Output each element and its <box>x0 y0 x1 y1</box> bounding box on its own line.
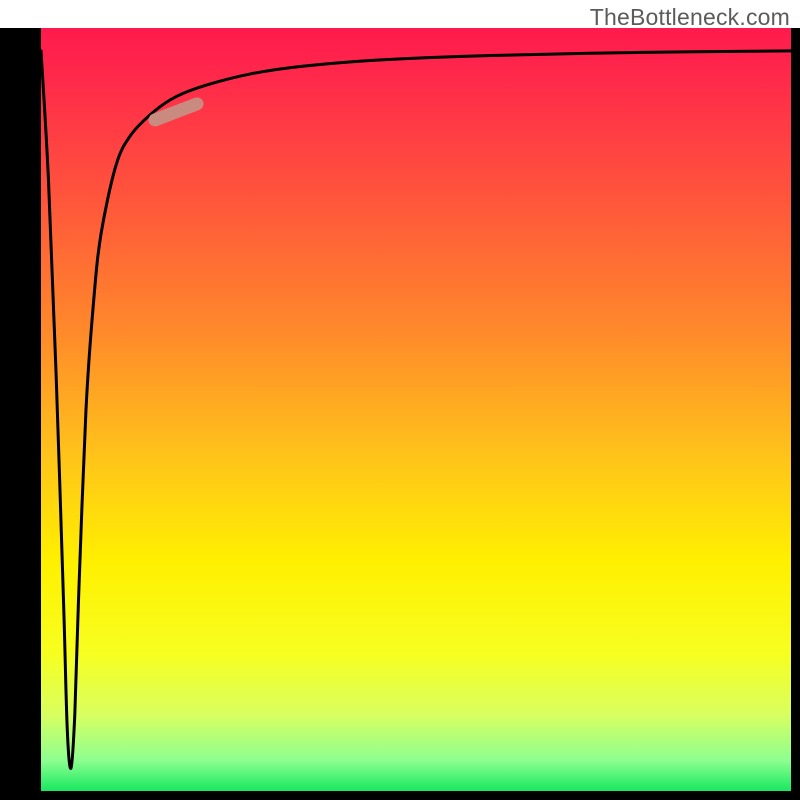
plot-area <box>41 28 791 791</box>
axis-frame-right <box>791 28 800 800</box>
bottleneck-curve <box>41 28 791 791</box>
axis-frame-left <box>0 28 41 800</box>
watermark-text: TheBottleneck.com <box>590 4 790 31</box>
axis-frame-bottom <box>0 791 800 800</box>
chart-canvas: TheBottleneck.com <box>0 0 800 800</box>
